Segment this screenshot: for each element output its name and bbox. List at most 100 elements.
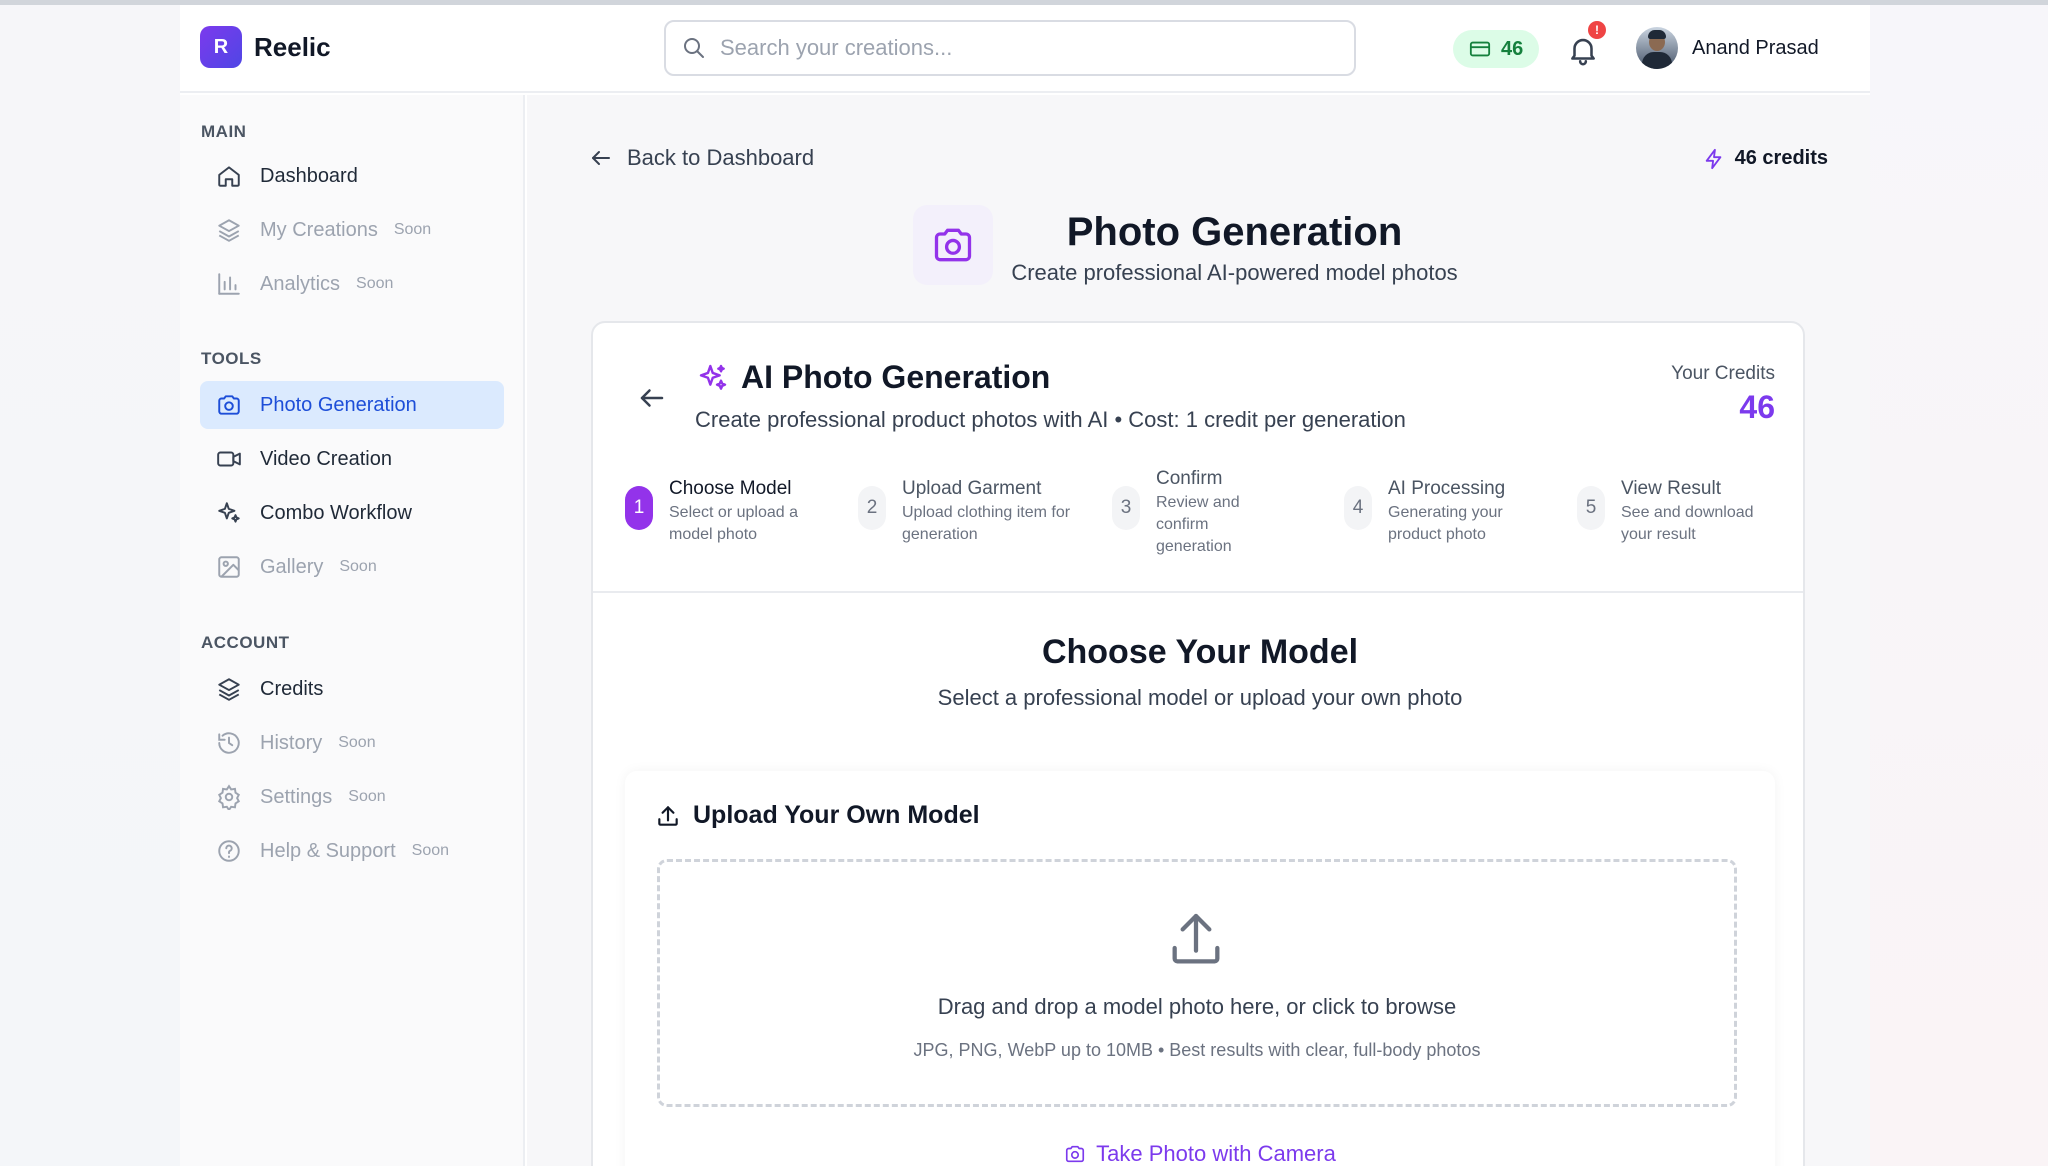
- bar-chart-icon: [218, 273, 240, 295]
- sidebar-item-label: Photo Generation: [260, 393, 417, 416]
- back-to-dashboard-link[interactable]: Back to Dashboard: [589, 145, 814, 171]
- sidebar-item-label: Video Creation: [260, 447, 392, 470]
- sidebar-item-history[interactable]: History Soon: [200, 719, 504, 767]
- step-description: Review and confirm generation: [1156, 494, 1240, 555]
- sparkles-icon: [699, 364, 727, 390]
- arrow-left-icon[interactable]: [637, 383, 667, 413]
- user-menu[interactable]: Anand Prasad: [1636, 27, 1819, 69]
- search-icon: [684, 38, 704, 58]
- search-input[interactable]: [720, 35, 1320, 61]
- page-subtitle: Create professional AI-powered model pho…: [1011, 260, 1458, 285]
- step-description: See and download your result: [1621, 504, 1754, 543]
- generation-card: AI Photo Generation Create professional …: [591, 321, 1805, 1166]
- sidebar: MAIN Dashboard My Creations Soon Analyti…: [180, 95, 525, 1166]
- step-number: 5: [1577, 486, 1605, 530]
- app-shell: R Reelic 46 ! Anand Prasad MAIN Dashboar…: [180, 5, 1870, 1166]
- top-header: R Reelic 46 ! Anand Prasad: [180, 5, 1870, 93]
- sidebar-item-settings[interactable]: Settings Soon: [200, 773, 504, 821]
- card-title-row: AI Photo Generation: [697, 359, 1050, 396]
- step-description: Generating your product photo: [1388, 504, 1503, 543]
- step-number: 1: [625, 486, 653, 530]
- layers-icon: [218, 219, 240, 242]
- step-title: View Result: [1621, 478, 1721, 499]
- wallet-icon: [1469, 41, 1491, 57]
- lightning-icon: [1705, 148, 1721, 169]
- search-box[interactable]: [664, 20, 1356, 76]
- step-ai-processing[interactable]: 4 AI Processing Generating your product …: [1344, 478, 1528, 546]
- notification-badge: !: [1588, 21, 1606, 39]
- your-credits-value: 46: [1739, 389, 1775, 425]
- dropzone-text: Drag and drop a model photo here, or cli…: [937, 994, 1457, 1019]
- page-background-left: [0, 5, 180, 1166]
- model-photo-dropzone[interactable]: Drag and drop a model photo here, or cli…: [657, 859, 1737, 1107]
- sidebar-item-label: Settings: [260, 785, 333, 808]
- sidebar-item-combo-workflow[interactable]: Combo Workflow: [200, 489, 504, 537]
- back-link-label: Back to Dashboard: [627, 145, 815, 170]
- sidebar-item-help-support[interactable]: Help & Support Soon: [200, 827, 504, 875]
- sidebar-item-label: Credits: [260, 677, 324, 700]
- step-title: AI Processing: [1388, 478, 1506, 499]
- step-title: Upload Garment: [902, 478, 1042, 499]
- credits-badge[interactable]: 46: [1453, 30, 1540, 68]
- card-title: AI Photo Generation: [741, 359, 1051, 395]
- user-name: Anand Prasad: [1692, 36, 1819, 59]
- dropzone-hint: JPG, PNG, WebP up to 10MB • Best results…: [913, 1040, 1481, 1060]
- sidebar-item-gallery[interactable]: Gallery Soon: [200, 543, 504, 591]
- sidebar-item-label: Help & Support: [260, 839, 396, 862]
- sidebar-item-analytics[interactable]: Analytics Soon: [200, 260, 504, 308]
- sidebar-item-label: Analytics: [260, 272, 341, 295]
- upload-icon: [1172, 913, 1220, 964]
- sidebar-item-label: History: [260, 731, 323, 754]
- avatar: [1636, 27, 1678, 69]
- brand-logo[interactable]: R Reelic: [200, 26, 331, 68]
- step-view-result[interactable]: 5 View Result See and download your resu…: [1577, 478, 1781, 546]
- upload-panel-header: Upload Your Own Model: [655, 801, 980, 830]
- upload-model-panel: Upload Your Own Model Drag and drop a mo…: [625, 771, 1775, 1166]
- help-circle-icon: [218, 840, 240, 862]
- step-confirm[interactable]: 3 Confirm Review and confirm generation: [1112, 468, 1256, 558]
- upload-icon: [658, 805, 678, 826]
- logo-mark: R: [200, 26, 242, 68]
- sidebar-item-video-creation[interactable]: Video Creation: [200, 435, 504, 483]
- step-upload-garment[interactable]: 2 Upload Garment Upload clothing item fo…: [858, 478, 1072, 546]
- sidebar-section-account: ACCOUNT: [201, 633, 290, 652]
- page-background-right: [1870, 5, 2048, 1166]
- history-icon: [218, 732, 240, 754]
- sidebar-item-my-creations[interactable]: My Creations Soon: [200, 206, 504, 254]
- sidebar-item-label: Dashboard: [260, 164, 358, 187]
- soon-badge: Soon: [339, 558, 377, 575]
- your-credits-label: Your Credits: [1671, 363, 1775, 384]
- sparkles-icon: [218, 502, 240, 523]
- brand-name: Reelic: [254, 31, 331, 62]
- step-title: Confirm: [1156, 468, 1223, 489]
- card-subtitle: Create professional product photos with …: [695, 407, 1406, 432]
- image-icon: [218, 556, 240, 578]
- section-subtitle: Select a professional model or upload yo…: [937, 685, 1463, 710]
- credits-indicator-text: 46 credits: [1734, 147, 1828, 169]
- soon-badge: Soon: [348, 788, 386, 805]
- step-number: 3: [1112, 486, 1140, 530]
- sidebar-item-dashboard[interactable]: Dashboard: [200, 152, 504, 200]
- home-icon: [218, 166, 240, 187]
- sidebar-item-label: Combo Workflow: [260, 501, 412, 524]
- step-number: 4: [1344, 486, 1372, 530]
- card-header: AI Photo Generation Create professional …: [593, 323, 1803, 593]
- take-photo-label: Take Photo with Camera: [1096, 1141, 1336, 1166]
- take-photo-button[interactable]: Take Photo with Camera: [625, 1141, 1775, 1166]
- soon-badge: Soon: [356, 275, 394, 292]
- sidebar-item-photo-generation[interactable]: Photo Generation: [200, 381, 504, 429]
- sidebar-item-label: My Creations: [260, 218, 378, 241]
- video-icon: [217, 451, 241, 467]
- section-title: Choose Your Model: [1041, 633, 1359, 671]
- gear-icon: [217, 784, 241, 810]
- sidebar-item-label: Gallery: [260, 555, 324, 578]
- upload-panel-title: Upload Your Own Model: [693, 801, 980, 829]
- soon-badge: Soon: [411, 842, 450, 859]
- layers-icon: [218, 678, 240, 701]
- step-choose-model[interactable]: 1 Choose Model Select or upload a model …: [625, 478, 819, 546]
- step-description: Upload clothing item for generation: [902, 504, 1071, 543]
- credits-indicator: 46 credits: [1703, 147, 1828, 170]
- sidebar-item-credits[interactable]: Credits: [200, 665, 504, 713]
- sidebar-section-tools: TOOLS: [201, 349, 262, 368]
- arrow-left-icon: [592, 151, 610, 165]
